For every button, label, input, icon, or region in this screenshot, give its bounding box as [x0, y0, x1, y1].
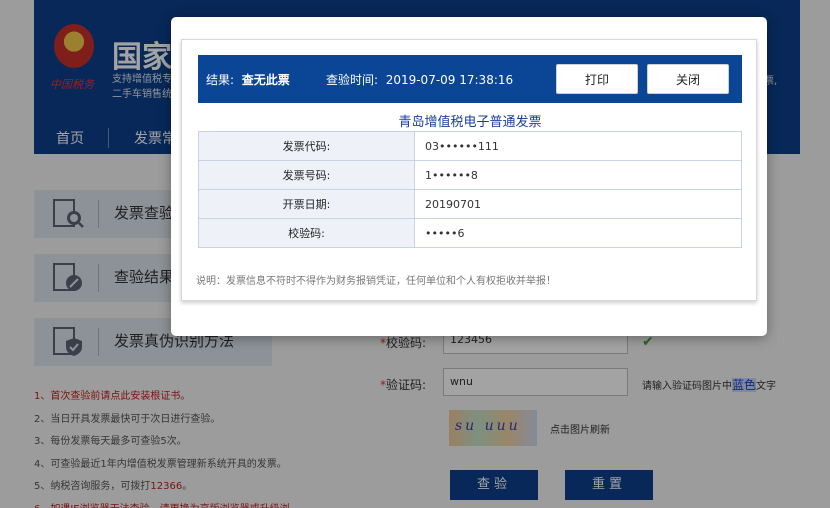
invoice-code-label: 发票代码:: [198, 131, 415, 161]
result-value: 查无此票: [241, 73, 290, 87]
invoice-detail-table: 发票代码: 03••••••111 发票号码: 1••••••8 开票日期: 2…: [198, 131, 742, 248]
check-time: 查验时间: 2019-07-09 17:38:16: [326, 71, 513, 88]
check-code-result-value: •••••6: [414, 218, 742, 248]
issue-date-label: 开票日期:: [198, 189, 415, 219]
result-panel: 结果: 查无此票 查验时间: 2019-07-09 17:38:16 打印 关闭…: [181, 39, 757, 301]
check-result-dialog: 结果: 查无此票 查验时间: 2019-07-09 17:38:16 打印 关闭…: [171, 17, 767, 336]
result-status: 结果: 查无此票: [206, 71, 290, 88]
invoice-number-value: 1••••••8: [414, 160, 742, 190]
print-button[interactable]: 打印: [556, 64, 638, 94]
invoice-number-label: 发票号码:: [198, 160, 415, 190]
disclaimer-note: 说明：发票信息不符时不得作为财务报销凭证，任何单位和个人有权拒收并举报！: [196, 276, 556, 287]
result-label: 结果:: [206, 73, 235, 87]
table-row: 发票号码: 1••••••8: [198, 160, 742, 190]
table-row: 开票日期: 20190701: [198, 189, 742, 219]
invoice-title: 青岛增值税电子普通发票: [398, 115, 542, 130]
check-time-label: 查验时间:: [326, 73, 379, 87]
invoice-code-value: 03••••••111: [414, 131, 742, 161]
check-code-key: 校验码:: [198, 218, 415, 248]
table-row: 发票代码: 03••••••111: [198, 131, 742, 161]
table-row: 校验码: •••••6: [198, 218, 742, 248]
issue-date-value: 20190701: [414, 189, 742, 219]
close-button[interactable]: 关闭: [647, 64, 729, 94]
check-time-value: 2019-07-09 17:38:16: [385, 73, 514, 87]
result-bar: 结果: 查无此票 查验时间: 2019-07-09 17:38:16 打印 关闭: [198, 55, 742, 103]
